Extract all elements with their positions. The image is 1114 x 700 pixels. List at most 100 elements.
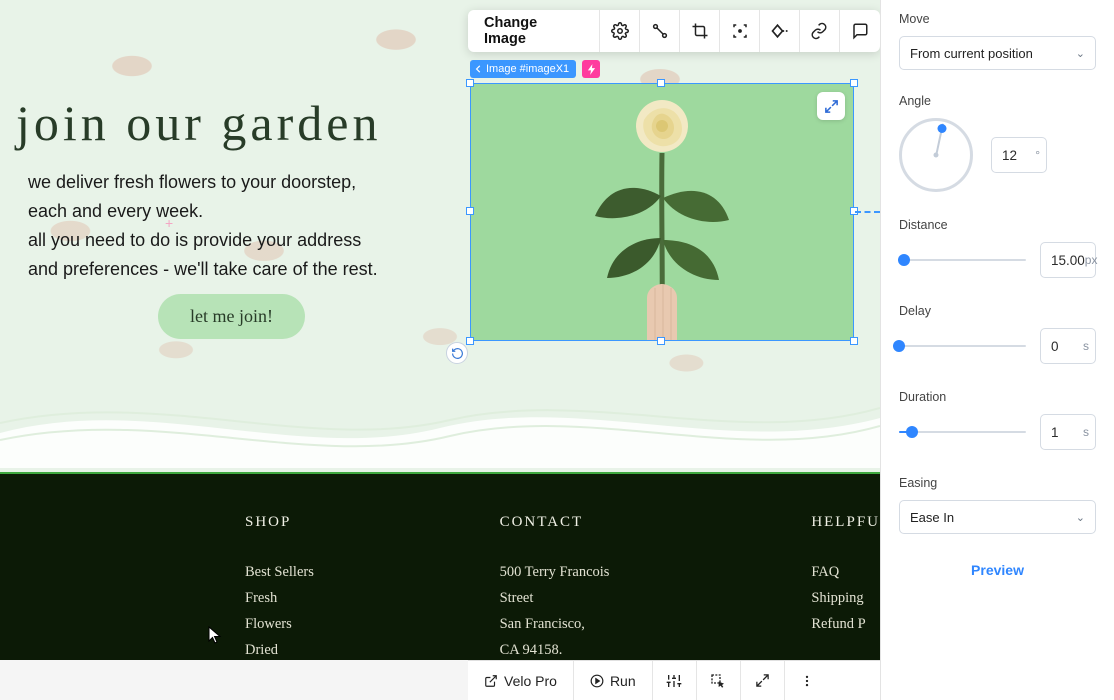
more-vertical-icon xyxy=(800,674,814,688)
resize-handle-sw[interactable] xyxy=(466,337,474,345)
footer-link[interactable]: Fresh Flowers xyxy=(245,585,320,637)
delay-value: 0 xyxy=(1051,339,1059,354)
hero-copy-line: all you need to do is provide your addre… xyxy=(28,226,378,255)
angle-center-dot xyxy=(934,153,939,158)
comment-icon[interactable] xyxy=(840,10,880,52)
bottom-toolbar: Velo Pro Run xyxy=(468,660,880,700)
play-circle-icon xyxy=(590,674,604,688)
distance-unit: px xyxy=(1085,253,1098,267)
distance-slider[interactable] xyxy=(899,253,1026,267)
animation-icon[interactable] xyxy=(640,10,680,52)
resize-handle-nw[interactable] xyxy=(466,79,474,87)
distance-label: Distance xyxy=(899,218,1096,232)
angle-dial[interactable] xyxy=(899,118,973,192)
easing-select[interactable]: Ease In ⌄ xyxy=(899,500,1096,534)
velo-pro-button[interactable]: Velo Pro xyxy=(468,661,574,700)
distance-value: 15.00 xyxy=(1051,253,1085,268)
settings-icon[interactable] xyxy=(600,10,640,52)
inspect-cursor-icon xyxy=(710,673,726,689)
adjustments-button[interactable] xyxy=(653,661,697,700)
move-select-value: From current position xyxy=(910,46,1033,61)
inspect-button[interactable] xyxy=(697,661,741,700)
selection-breadcrumb[interactable]: Image #imageX1 xyxy=(470,60,600,78)
selection-tag[interactable]: Image #imageX1 xyxy=(470,60,576,78)
decorative-wave xyxy=(0,378,880,468)
angle-input[interactable]: 12 ° xyxy=(991,137,1047,173)
crop-icon[interactable] xyxy=(680,10,720,52)
let-me-join-button[interactable]: let me join! xyxy=(158,294,305,339)
delay-thumb[interactable] xyxy=(893,340,905,352)
hero-copy-line: each and every week. xyxy=(28,197,378,226)
angle-value: 12 xyxy=(1002,148,1017,163)
expand-element-button[interactable] xyxy=(817,92,845,120)
resize-handle-ne[interactable] xyxy=(850,79,858,87)
footer-link[interactable]: FAQ xyxy=(811,559,880,585)
expand-icon xyxy=(824,99,839,114)
chevron-down-icon: ⌄ xyxy=(1076,511,1085,524)
adjustments-icon xyxy=(666,673,682,689)
delay-slider[interactable] xyxy=(899,339,1026,353)
footer-link[interactable]: Best Sellers xyxy=(245,559,320,585)
distance-thumb[interactable] xyxy=(898,254,910,266)
delay-unit: s xyxy=(1083,339,1089,353)
chevron-down-icon: ⌄ xyxy=(1076,47,1085,60)
move-label: Move xyxy=(899,12,1096,26)
duration-input[interactable]: 1 s xyxy=(1040,414,1096,450)
mask-icon[interactable] xyxy=(760,10,800,52)
hero-copy-line: and preferences - we'll take care of the… xyxy=(28,255,378,284)
duration-value: 1 xyxy=(1051,425,1059,440)
duration-slider[interactable] xyxy=(899,425,1026,439)
duration-unit: s xyxy=(1083,425,1089,439)
chevron-left-icon xyxy=(475,65,483,73)
run-button[interactable]: Run xyxy=(574,661,653,700)
footer-link[interactable]: Dried Flowers xyxy=(245,637,320,660)
more-button[interactable] xyxy=(785,661,829,700)
resize-handle-s[interactable] xyxy=(657,337,665,345)
change-image-button[interactable]: Change Image xyxy=(468,10,600,52)
expand-icon xyxy=(755,673,770,688)
selected-image-element[interactable] xyxy=(470,83,854,341)
angle-label: Angle xyxy=(899,94,1096,108)
angle-handle-dot[interactable] xyxy=(938,124,947,133)
footer-col-help: HELPFU FAQ Shipping Refund P xyxy=(811,514,880,660)
delay-label: Delay xyxy=(899,304,1096,318)
duration-label: Duration xyxy=(899,390,1096,404)
footer-col-shop: SHOP Best Sellers Fresh Flowers Dried Fl… xyxy=(245,514,320,660)
undo-badge-button[interactable] xyxy=(446,342,468,364)
easing-select-value: Ease In xyxy=(910,510,954,525)
external-link-icon xyxy=(484,674,498,688)
velo-pro-label: Velo Pro xyxy=(504,673,557,689)
preview-button[interactable]: Preview xyxy=(899,542,1096,598)
duration-thumb[interactable] xyxy=(906,426,918,438)
expand-button[interactable] xyxy=(741,661,785,700)
footer-link[interactable]: Refund P xyxy=(811,611,880,637)
distance-input[interactable]: 15.00 px xyxy=(1040,242,1096,278)
footer-address-line: 500 Terry Francois Street xyxy=(500,559,632,611)
footer-heading: SHOP xyxy=(245,514,320,531)
hero-copy: we deliver fresh flowers to your doorste… xyxy=(28,168,378,284)
flower-image-content xyxy=(577,88,747,340)
move-select[interactable]: From current position ⌄ xyxy=(899,36,1096,70)
hero-copy-line: we deliver fresh flowers to your doorste… xyxy=(28,168,378,197)
easing-label: Easing xyxy=(899,476,1096,490)
animation-panel: Move From current position ⌄ Angle 12 ° … xyxy=(880,0,1114,700)
footer-col-contact: CONTACT 500 Terry Francois Street San Fr… xyxy=(500,514,632,660)
link-icon[interactable] xyxy=(800,10,840,52)
animation-bolt-badge[interactable] xyxy=(582,60,600,78)
resize-handle-w[interactable] xyxy=(466,207,474,215)
resize-handle-se[interactable] xyxy=(850,337,858,345)
site-footer: SHOP Best Sellers Fresh Flowers Dried Fl… xyxy=(0,472,880,660)
resize-handle-n[interactable] xyxy=(657,79,665,87)
hero-title: join our garden xyxy=(16,94,381,152)
delay-input[interactable]: 0 s xyxy=(1040,328,1096,364)
footer-heading: HELPFU xyxy=(811,514,880,531)
bolt-icon xyxy=(587,64,596,75)
selection-tag-label: Image #imageX1 xyxy=(486,63,569,75)
focus-icon[interactable] xyxy=(720,10,760,52)
footer-address-line: CA 94158. xyxy=(500,637,632,660)
alignment-guide xyxy=(855,211,880,213)
undo-icon xyxy=(451,347,464,360)
editor-canvas[interactable]: join our garden + we deliver fresh flowe… xyxy=(0,0,880,660)
footer-link[interactable]: Shipping xyxy=(811,585,880,611)
angle-unit: ° xyxy=(1035,148,1040,162)
